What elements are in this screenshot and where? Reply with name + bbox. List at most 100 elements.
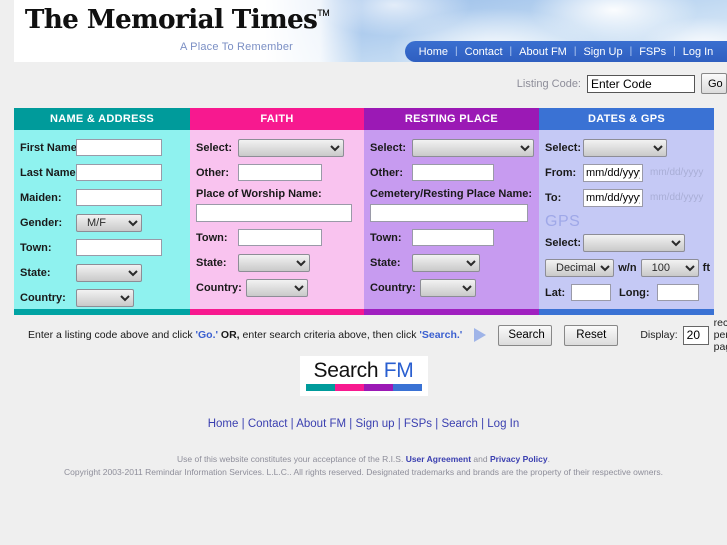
footer-separator: | xyxy=(435,418,439,430)
faith-country-select[interactable] xyxy=(246,278,308,297)
search-instructions: Enter a listing code above and click 'Go… xyxy=(28,329,462,341)
lat-label: Lat: xyxy=(545,286,566,299)
footer-link-contact[interactable]: Contact xyxy=(248,418,288,430)
country-label: Country: xyxy=(20,291,66,304)
go-button[interactable]: Go xyxy=(701,73,727,94)
nav-link-home[interactable]: Home xyxy=(412,46,455,58)
nav-link-about-fm[interactable]: About FM xyxy=(512,46,574,58)
long-input[interactable] xyxy=(657,284,699,301)
faith-state-select[interactable] xyxy=(238,253,310,272)
gps-radius-select[interactable]: 100 xyxy=(640,258,699,277)
gender-select[interactable]: M/F xyxy=(76,213,142,232)
cemetery-name-input[interactable] xyxy=(370,203,528,222)
legal-text-2: and xyxy=(471,454,490,464)
maiden-input[interactable] xyxy=(76,189,162,206)
search-fm-color-bar xyxy=(305,384,422,391)
column-footer-strip-resting-place xyxy=(364,309,539,315)
display-label: Display: xyxy=(640,329,678,341)
lat-input[interactable] xyxy=(571,284,611,301)
field-town: Town: xyxy=(20,238,190,257)
state-select[interactable] xyxy=(76,263,142,282)
resting-state-label: State: xyxy=(370,256,401,269)
column-footer-strip-name-address xyxy=(14,309,190,315)
place-of-worship-label: Place of Worship Name: xyxy=(196,188,322,200)
search-action-bar: Enter a listing code above and click 'Go… xyxy=(14,317,727,353)
field-resting-state: State: xyxy=(370,253,539,272)
cemetery-name-label: Cemetery/Resting Place Name: xyxy=(370,188,533,200)
last-name-input[interactable] xyxy=(76,164,162,181)
listing-code-group: Listing Code: Go xyxy=(517,73,727,94)
country-select[interactable] xyxy=(76,288,134,307)
column-footer-strip-faith xyxy=(190,309,364,315)
field-resting-town: Town: xyxy=(370,228,539,247)
maiden-label: Maiden: xyxy=(20,191,62,204)
footer-link-home[interactable]: Home xyxy=(208,418,239,430)
color-bar-blue xyxy=(392,384,422,391)
resting-country-select[interactable] xyxy=(420,278,476,297)
nav-link-fsps[interactable]: FSPs xyxy=(632,46,673,58)
column-body-faith: Select: Other: Place of Worship Name: To… xyxy=(190,130,364,309)
resting-town-label: Town: xyxy=(370,231,402,244)
footer-link-search[interactable]: Search xyxy=(441,418,477,430)
hint-text-1: Enter a listing code above and click xyxy=(28,329,196,341)
resting-other-input[interactable] xyxy=(412,164,494,181)
nav-link-sign-up[interactable]: Sign Up xyxy=(576,46,629,58)
footer-separator: | xyxy=(290,418,294,430)
footer-separator: | xyxy=(397,418,401,430)
search-button[interactable]: Search xyxy=(498,324,553,346)
town-input[interactable] xyxy=(76,239,162,256)
page-root: The Memorial TimesTM A Place To Remember… xyxy=(0,0,727,545)
listing-code-input[interactable] xyxy=(587,74,695,93)
footer-link-log-in[interactable]: Log In xyxy=(487,418,519,430)
nav-link-contact[interactable]: Contact xyxy=(458,46,510,58)
nav-link-log-in[interactable]: Log In xyxy=(676,46,721,58)
resting-select[interactable] xyxy=(412,138,534,157)
color-bar-teal xyxy=(305,384,335,391)
faith-other-input[interactable] xyxy=(238,164,322,181)
gps-select[interactable] xyxy=(583,233,685,252)
column-body-resting-place: Select: Other: Cemetery/Resting Place Na… xyxy=(364,130,539,309)
field-lat-long: Lat: Long: xyxy=(545,283,714,302)
date-to-input[interactable] xyxy=(583,188,643,207)
date-from-hint: mm/dd/yyyy xyxy=(650,167,704,178)
column-body-name-address: First Name: Last Name: Maiden: Gender: M… xyxy=(14,130,190,309)
dates-select[interactable] xyxy=(583,138,667,157)
main-navigation: Home | Contact | About FM | Sign Up | FS… xyxy=(405,41,727,62)
gps-format-select[interactable]: Decimal xyxy=(545,258,615,277)
hint-go-text: 'Go.' xyxy=(195,329,219,341)
place-of-worship-input[interactable] xyxy=(196,203,352,222)
resting-state-select[interactable] xyxy=(412,253,480,272)
legal-line-1: Use of this website constitutes your acc… xyxy=(0,453,727,466)
footer-link-sign-up[interactable]: Sign up xyxy=(355,418,394,430)
column-name-address: NAME & ADDRESS First Name: Last Name: Ma… xyxy=(14,108,190,315)
field-gps-units: Decimal w/n 100 ft xyxy=(545,258,714,277)
records-per-page-label: records per page xyxy=(713,317,727,353)
footer-navigation: Home | Contact | About FM | Sign up | FS… xyxy=(0,418,727,430)
privacy-policy-link[interactable]: Privacy Policy xyxy=(490,454,548,464)
first-name-input[interactable] xyxy=(76,139,162,156)
footer-link-about-fm[interactable]: About FM xyxy=(296,418,346,430)
reset-button[interactable]: Reset xyxy=(564,324,619,346)
column-resting-place: RESTING PLACE Select: Other: Cemetery/Re… xyxy=(364,108,539,315)
faith-town-input[interactable] xyxy=(238,229,322,246)
date-to-hint: mm/dd/yyyy xyxy=(650,192,704,203)
records-per-page-input[interactable] xyxy=(682,325,709,345)
listing-code-label: Listing Code: xyxy=(516,77,581,90)
faith-select-label: Select: xyxy=(196,141,233,154)
column-footer-strip-dates-gps xyxy=(539,309,714,315)
footer-separator: | xyxy=(241,418,245,430)
column-header-resting-place: RESTING PLACE xyxy=(364,108,539,130)
faith-select[interactable] xyxy=(238,138,344,157)
display-records-group: Display: records per page xyxy=(640,317,727,353)
field-faith-country: Country: xyxy=(196,278,364,297)
search-fm-word-search: Search xyxy=(313,359,384,382)
footer-separator: | xyxy=(349,418,353,430)
gender-label: Gender: xyxy=(20,216,63,229)
date-to-label: To: xyxy=(545,191,562,204)
date-from-input[interactable] xyxy=(583,163,643,182)
last-name-label: Last Name: xyxy=(20,166,80,179)
field-gender: Gender: M/F xyxy=(20,213,190,232)
resting-town-input[interactable] xyxy=(412,229,494,246)
user-agreement-link[interactable]: User Agreement xyxy=(406,454,471,464)
footer-link-fsps[interactable]: FSPs xyxy=(404,418,432,430)
